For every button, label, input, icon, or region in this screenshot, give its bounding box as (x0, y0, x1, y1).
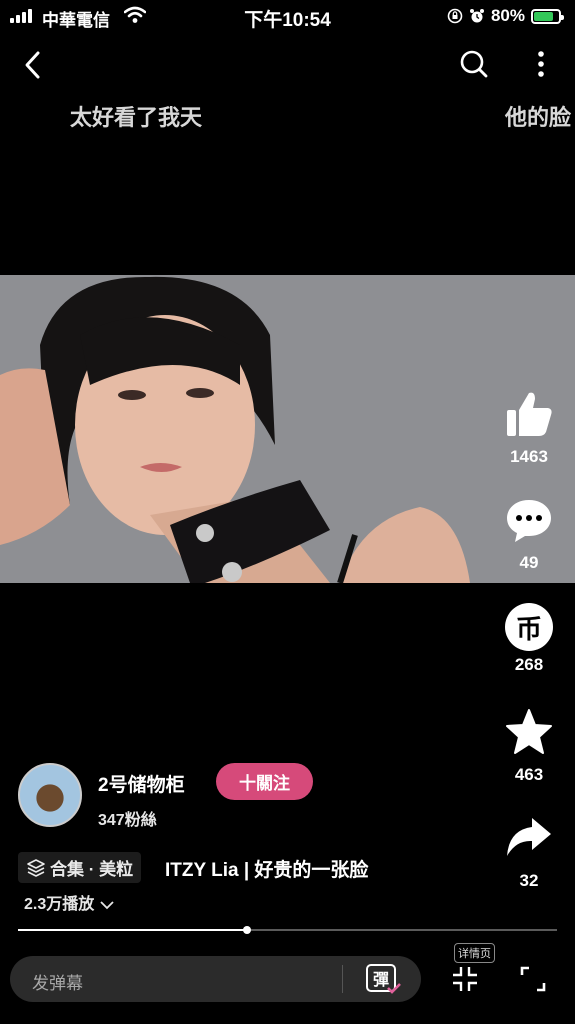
danmaku-comment: 太好看了我天 (70, 105, 203, 130)
battery-percent: 80% (490, 6, 525, 25)
like-action[interactable]: 1463 (497, 390, 561, 467)
status-bar: 中華電信 下午10:54 80% (0, 0, 575, 32)
follow-button[interactable]: 十關注 (216, 763, 313, 800)
comment-action[interactable]: 49 (497, 496, 561, 573)
favorite-count: 463 (514, 765, 544, 784)
alarm-icon (469, 9, 484, 23)
search-icon[interactable] (458, 48, 490, 80)
battery-icon (531, 8, 564, 24)
progress-fill (18, 929, 248, 931)
layers-icon (27, 858, 45, 877)
share-arrow-icon (507, 818, 551, 856)
uploader-name[interactable]: 2号储物柜 (98, 770, 185, 797)
collection-tag[interactable]: 合集 · 美粒 (18, 852, 142, 883)
share-count: 32 (519, 871, 539, 890)
coin-action[interactable]: 币 268 (497, 603, 561, 675)
danmaku-comment: 他的脸 (505, 105, 572, 130)
video-title: ITZY Lia | 好贵的一张脸 (165, 860, 369, 881)
thumbs-up-icon (507, 392, 552, 436)
detail-page-tag[interactable]: 详情页 (454, 943, 495, 963)
favorite-action[interactable]: 463 (497, 708, 561, 785)
coin-icon: 币 (505, 603, 553, 651)
video-frame (0, 275, 575, 583)
video-player[interactable] (0, 275, 575, 583)
fullscreen-icon[interactable] (518, 964, 548, 994)
checkmark-icon (387, 983, 401, 994)
play-count-label: 2.3万播放 (24, 896, 95, 913)
back-icon[interactable] (22, 50, 44, 80)
like-count: 1463 (510, 447, 548, 466)
progress-knob[interactable] (243, 926, 252, 934)
orientation-lock-icon (447, 8, 463, 24)
chevron-down-icon (100, 901, 114, 910)
collapse-icon[interactable] (450, 964, 480, 994)
coin-count: 268 (514, 655, 544, 674)
divider (342, 965, 343, 993)
fan-count: 347粉絲 (98, 812, 157, 829)
comment-count: 49 (519, 553, 539, 572)
play-count[interactable]: 2.3万播放 (24, 890, 115, 914)
battery-status: 80% (447, 6, 564, 26)
progress-bar[interactable] (18, 926, 557, 934)
more-vertical-icon[interactable] (532, 50, 550, 80)
collection-label: 合集 · 美粒 (50, 860, 134, 879)
share-action[interactable]: 32 (497, 814, 561, 891)
star-icon (506, 709, 552, 754)
danmaku-input[interactable]: 发弹幕 彈 (10, 956, 421, 1002)
comment-icon (507, 500, 551, 542)
danmaku-placeholder: 发弹幕 (32, 974, 83, 993)
uploader-avatar[interactable] (18, 763, 82, 827)
